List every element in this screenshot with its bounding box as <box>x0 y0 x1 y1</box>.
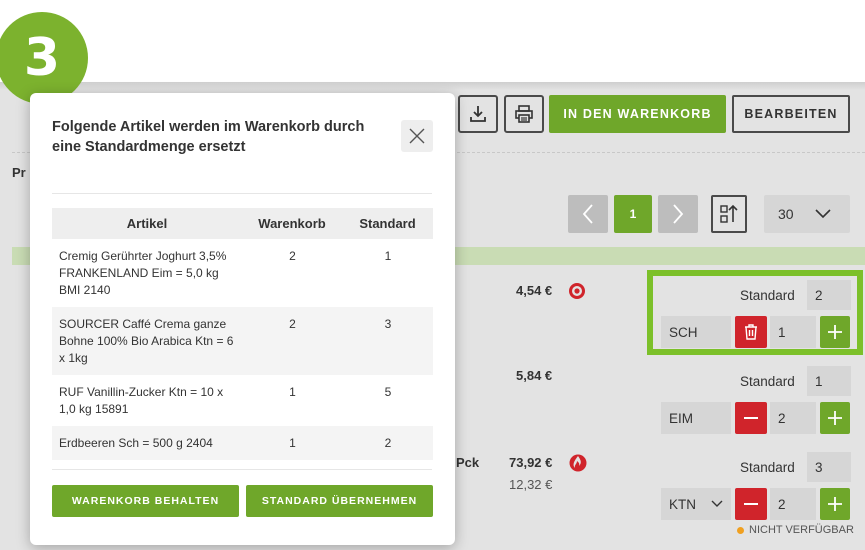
column-header: Artikel <box>52 208 242 239</box>
table-row: RUF Vanillin-Zucker Ktn = 10 x 1,0 kg 15… <box>52 375 433 426</box>
standard-qty-cell: 2 <box>342 426 433 460</box>
print-icon <box>515 105 533 123</box>
increase-button[interactable] <box>820 402 850 434</box>
per-page-select[interactable]: 30 <box>764 195 850 233</box>
replacement-table: Artikel Warenkorb Standard Cremig Gerühr… <box>52 208 433 460</box>
minus-icon <box>744 417 758 419</box>
accept-standard-button[interactable]: STANDARD ÜBERNEHMEN <box>246 485 433 517</box>
chevron-down-icon <box>815 209 831 219</box>
dialog-footer-divider <box>52 469 432 470</box>
next-page-button[interactable] <box>658 195 698 233</box>
plus-icon <box>828 497 842 511</box>
standard-qty-cell: 5 <box>384 385 392 399</box>
download-icon <box>470 106 486 122</box>
article-cell: Cremig Gerührter Joghurt 3,5% FRANKENLAN… <box>59 249 227 297</box>
availability-text: NICHT VERFÜGBAR <box>749 524 854 536</box>
minus-icon <box>744 503 758 505</box>
plus-icon <box>828 411 842 425</box>
dialog-divider <box>52 193 432 194</box>
unit-select[interactable]: KTN <box>661 488 731 520</box>
standard-value: 1 <box>807 366 851 396</box>
availability-status: NICHT VERFÜGBAR <box>737 524 854 536</box>
fire-icon <box>569 454 587 472</box>
column-header: Standard <box>342 208 433 239</box>
decrease-button[interactable] <box>735 488 767 520</box>
unit-value: KTN <box>669 496 696 512</box>
column-header: Warenkorb <box>242 208 342 239</box>
standard-value: 3 <box>807 452 851 482</box>
quantity-input[interactable]: 2 <box>770 402 816 434</box>
sort-icon <box>720 204 738 223</box>
chevron-down-icon <box>711 500 723 507</box>
dialog-title: Folgende Artikel werden im Warenkorb dur… <box>52 119 365 155</box>
step-number: 3 <box>23 28 61 88</box>
highlight-frame <box>647 270 863 355</box>
standard-qty-cell: 1 <box>384 249 392 263</box>
article-cell: Erdbeeren Sch = 500 g 2404 <box>52 426 242 460</box>
status-dot <box>737 526 744 534</box>
close-icon <box>409 128 425 144</box>
product-price: 73,92 € <box>509 455 553 470</box>
sort-button[interactable] <box>711 195 747 233</box>
package-unit: Pck <box>456 455 480 470</box>
chevron-right-icon <box>673 204 684 224</box>
add-to-cart-button[interactable]: IN DEN WARENKORB <box>549 95 726 133</box>
table-row: Erdbeeren Sch = 500 g 2404 1 2 <box>52 426 433 460</box>
table-row: Cremig Gerührter Joghurt 3,5% FRANKENLAN… <box>52 239 433 307</box>
decrease-button[interactable] <box>735 402 767 434</box>
print-button[interactable] <box>504 95 544 133</box>
page-top-shadow <box>0 82 865 90</box>
standard-label: Standard <box>740 374 795 389</box>
standard-qty-cell: 3 <box>342 307 433 375</box>
step-badge: 3 <box>0 12 88 104</box>
cart-qty-cell: 2 <box>242 307 342 375</box>
close-button[interactable] <box>401 120 433 152</box>
table-row: SOURCER Caffé Crema ganze Bohne 100% Bio… <box>52 307 433 375</box>
per-page-value: 30 <box>778 206 794 222</box>
target-icon <box>569 283 585 299</box>
chevron-left-icon <box>582 204 593 224</box>
cart-qty-cell: 1 <box>242 426 342 460</box>
cart-qty-cell: 1 <box>289 385 296 399</box>
increase-button[interactable] <box>820 488 850 520</box>
keep-cart-button[interactable]: WARENKORB BEHALTEN <box>52 485 239 517</box>
article-cell: RUF Vanillin-Zucker Ktn = 10 x 1,0 kg 15… <box>59 385 224 416</box>
quantity-input[interactable]: 2 <box>770 488 816 520</box>
standard-quantity-dialog: Folgende Artikel werden im Warenkorb dur… <box>30 93 455 545</box>
prev-page-button[interactable] <box>568 195 608 233</box>
unit-price: 12,32 € <box>509 477 553 492</box>
page-1-button[interactable]: 1 <box>614 195 652 233</box>
article-cell: SOURCER Caffé Crema ganze Bohne 100% Bio… <box>52 307 242 375</box>
download-button[interactable] <box>458 95 498 133</box>
standard-label: Standard <box>740 460 795 475</box>
section-label: Pr <box>12 165 26 180</box>
product-price: 5,84 € <box>516 368 553 383</box>
product-price: 4,54 € <box>516 283 553 298</box>
table-header-row: Artikel Warenkorb Standard <box>52 208 433 239</box>
cart-qty-cell: 2 <box>289 249 296 263</box>
unit-select[interactable]: EIM <box>661 402 731 434</box>
edit-button[interactable]: BEARBEITEN <box>732 95 850 133</box>
